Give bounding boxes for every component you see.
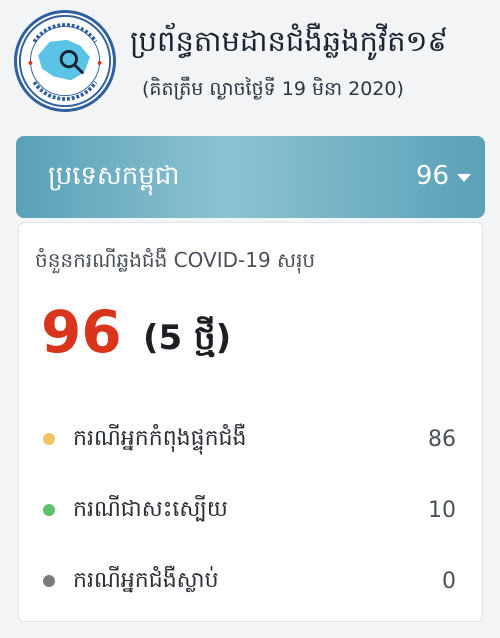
- stat-label-active: ករណីអ្នកកំពុងផ្ទុកជំងឺ: [73, 426, 247, 451]
- stat-value-deaths: 0: [442, 569, 456, 594]
- country-total-value: 96: [415, 161, 449, 191]
- country-selector[interactable]: ប្រទេសកម្ពុជា 96: [16, 136, 485, 218]
- recovered-dot-icon: [43, 504, 55, 516]
- total-cases-heading: ចំនួនករណីឆ្លងជំងឺ COVID-19 សរុប: [35, 248, 316, 272]
- page: ប្រព័ន្ធតាមដានជំងឺឆ្លងកូវីត១៩ (គិតត្រឹម …: [0, 0, 500, 638]
- deaths-dot-icon: [43, 575, 55, 587]
- new-cases-count: (5 ថ្មី): [143, 318, 232, 358]
- stat-row-recovered: ករណីជាសះស្បើយ 10: [19, 491, 482, 531]
- last-updated-text: (គិតត្រឹម ល្ងាចថ្ងៃទី 19 មិនា 2020): [142, 78, 404, 100]
- total-cases-number: 96: [41, 298, 122, 366]
- ministry-logo: [14, 10, 116, 112]
- caret-down-icon: [457, 174, 471, 182]
- active-dot-icon: [43, 433, 55, 445]
- stat-row-deaths: ករណីអ្នកជំងឺស្លាប់ 0: [19, 562, 482, 602]
- stat-value-recovered: 10: [428, 498, 456, 523]
- country-selector-label: ប្រទេសកម្ពុជា: [48, 161, 180, 191]
- stat-row-active: ករណីអ្នកកំពុងផ្ទុកជំងឺ 86: [19, 420, 482, 460]
- stat-label-deaths: ករណីអ្នកជំងឺស្លាប់: [73, 568, 219, 593]
- logo-emblem-icon: [18, 14, 112, 108]
- header: ប្រព័ន្ធតាមដានជំងឺឆ្លងកូវីត១៩ (គិតត្រឹម …: [0, 0, 500, 130]
- page-title: ប្រព័ន្ធតាមដានជំងឺឆ្លងកូវីត១៩: [130, 24, 449, 58]
- stat-label-recovered: ករណីជាសះស្បើយ: [73, 497, 228, 522]
- stat-value-active: 86: [428, 427, 456, 452]
- stats-card: ចំនួនករណីឆ្លងជំងឺ COVID-19 សរុប 96 (5 ថ្…: [18, 222, 483, 622]
